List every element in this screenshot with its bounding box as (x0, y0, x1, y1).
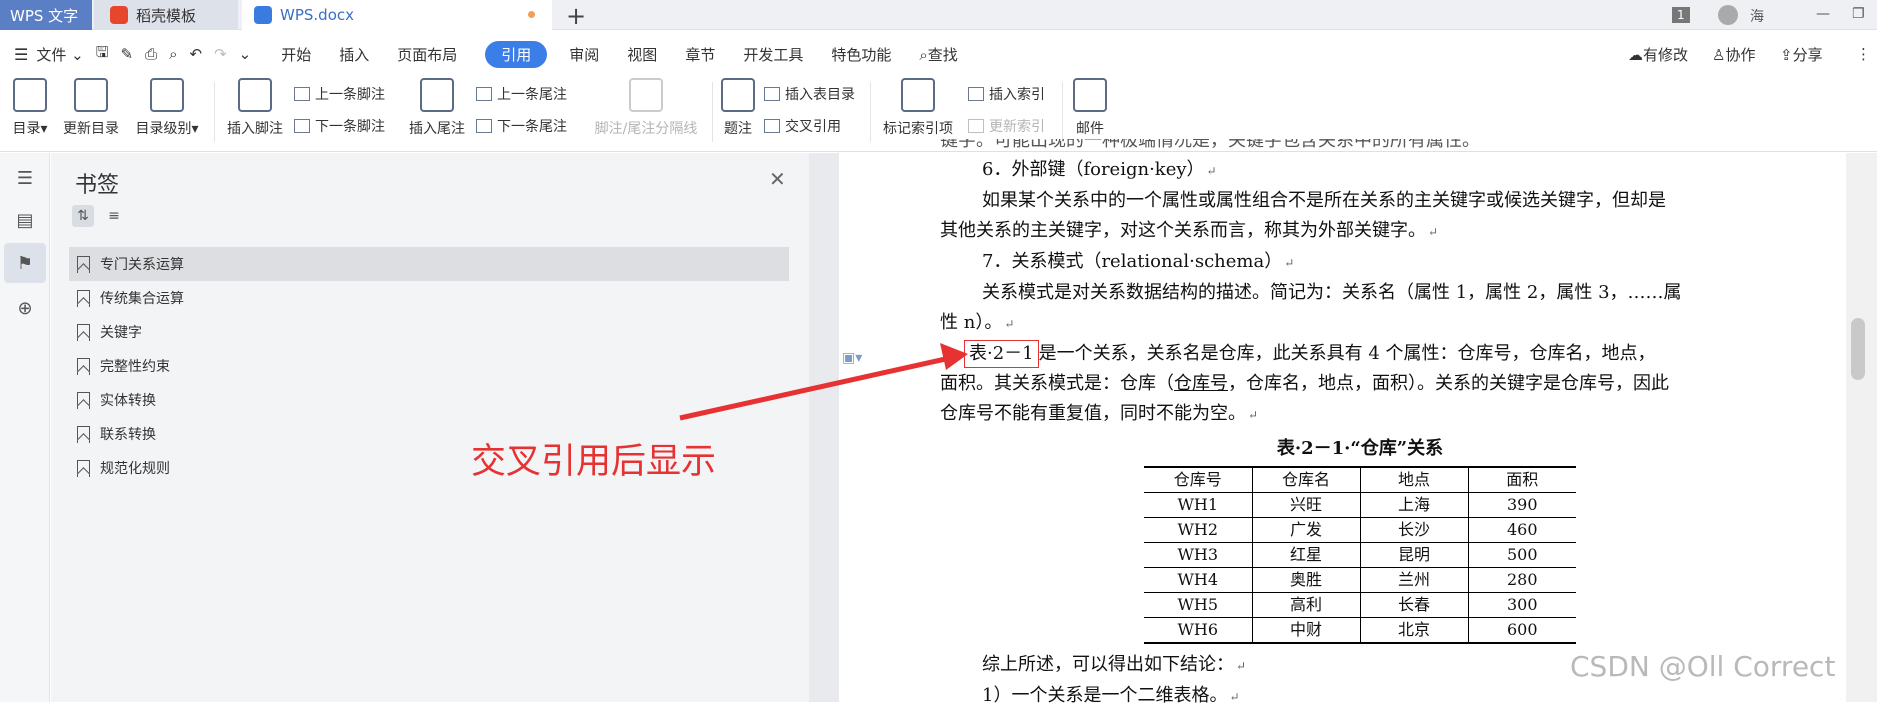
watermark: CSDN @Oll Correct (1570, 650, 1836, 683)
annotation-arrow-icon (679, 343, 968, 421)
